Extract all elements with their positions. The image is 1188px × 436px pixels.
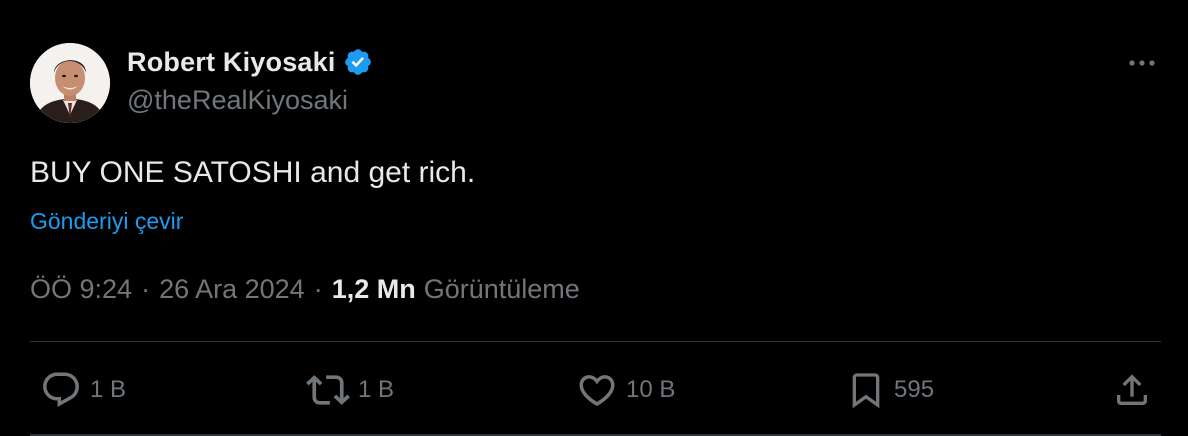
reply-icon — [43, 372, 79, 407]
bookmark-button[interactable]: 595 — [846, 368, 934, 412]
avatar[interactable] — [30, 43, 110, 123]
reply-count: 1 B — [90, 376, 127, 403]
avatar-photo — [30, 43, 110, 123]
more-options-icon[interactable] — [1126, 47, 1158, 79]
tweet-text: BUY ONE SATOSHI and get rich. — [30, 156, 476, 189]
like-count: 10 B — [626, 376, 676, 403]
repost-count: 1 B — [358, 376, 395, 403]
tweet-date[interactable]: 26 Ara 2024 — [159, 274, 305, 305]
views-count[interactable]: 1,2 Mn — [332, 274, 416, 305]
tweet-time[interactable]: ÖÖ 9:24 — [30, 274, 132, 305]
reply-button[interactable]: 1 B — [40, 368, 126, 412]
meta-separator: · — [313, 274, 323, 304]
translate-post-link[interactable]: Gönderiyi çevir — [30, 208, 183, 235]
repost-icon — [306, 375, 350, 405]
share-icon — [1117, 374, 1147, 405]
verified-badge-icon[interactable] — [343, 47, 373, 77]
tweet-meta: ÖÖ 9:24 · 26 Ara 2024 · 1,2 Mn Görüntüle… — [30, 274, 580, 305]
author-handle[interactable]: @theRealKiyosaki — [127, 85, 348, 116]
tweet: Robert Kiyosaki @theRealKiyosaki BUY ONE… — [0, 0, 1188, 436]
share-button[interactable] — [1112, 368, 1152, 412]
like-button[interactable]: 10 B — [576, 368, 675, 412]
heart-icon — [579, 375, 615, 407]
divider — [30, 341, 1161, 342]
repost-button[interactable]: 1 B — [306, 368, 394, 412]
bookmark-icon — [852, 373, 880, 409]
meta-separator: · — [141, 274, 151, 304]
author-display-name[interactable]: Robert Kiyosaki — [127, 47, 336, 78]
author-name-row: Robert Kiyosaki — [127, 45, 373, 79]
bookmark-count: 595 — [894, 376, 935, 403]
views-label[interactable]: Görüntüleme — [424, 274, 580, 305]
